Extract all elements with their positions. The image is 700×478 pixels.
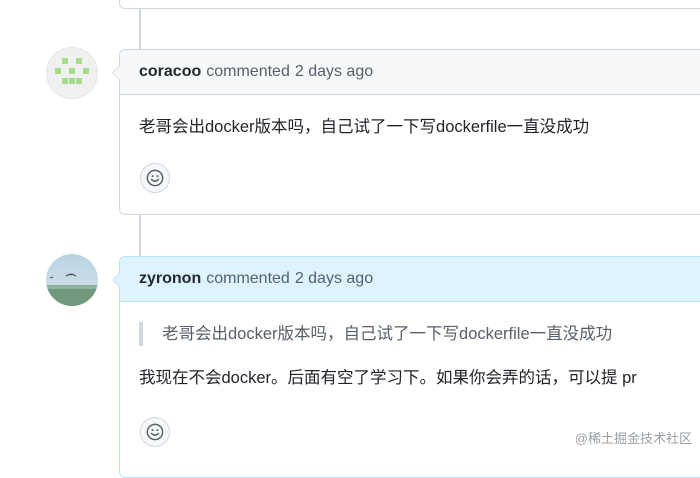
comment-text: 我现在不会docker。后面有空了学习下。如果你会弄的话，可以提 pr [139,369,637,387]
avatar[interactable] [46,47,98,99]
smiley-icon [146,169,164,187]
comment-text: 老哥会出docker版本吗，自己试了一下写dockerfile一直没成功 [139,118,590,136]
blockquote: 老哥会出docker版本吗，自己试了一下写dockerfile一直没成功 [139,322,700,346]
author-link[interactable]: coracoo [139,63,201,81]
comment-header: coracoo commented 2 days ago [120,50,700,95]
author-link[interactable]: zyronon [139,270,201,288]
landscape-photo-avatar-icon [46,254,98,306]
timestamp-link[interactable]: 2 days ago [295,270,373,288]
comment-body: 老哥会出docker版本吗，自己试了一下写dockerfile一直没成功 我现在… [120,302,700,390]
action-text: commented [206,63,290,80]
comment-card: coracoo commented 2 days ago 老哥会出docker版… [112,49,700,215]
watermark: @稀土掘金技术社区 [574,431,692,446]
action-text: commented [206,270,290,287]
add-reaction-button[interactable] [140,163,170,193]
comment-header: zyronon commented 2 days ago [120,257,700,302]
add-reaction-button[interactable] [140,417,170,447]
avatar[interactable] [46,254,98,306]
identicon-avatar-icon [55,58,89,84]
smiley-icon [146,423,164,441]
comment-body: 老哥会出docker版本吗，自己试了一下写dockerfile一直没成功 [120,95,700,139]
timestamp-link[interactable]: 2 days ago [295,63,373,81]
previous-comment-edge [119,0,700,9]
